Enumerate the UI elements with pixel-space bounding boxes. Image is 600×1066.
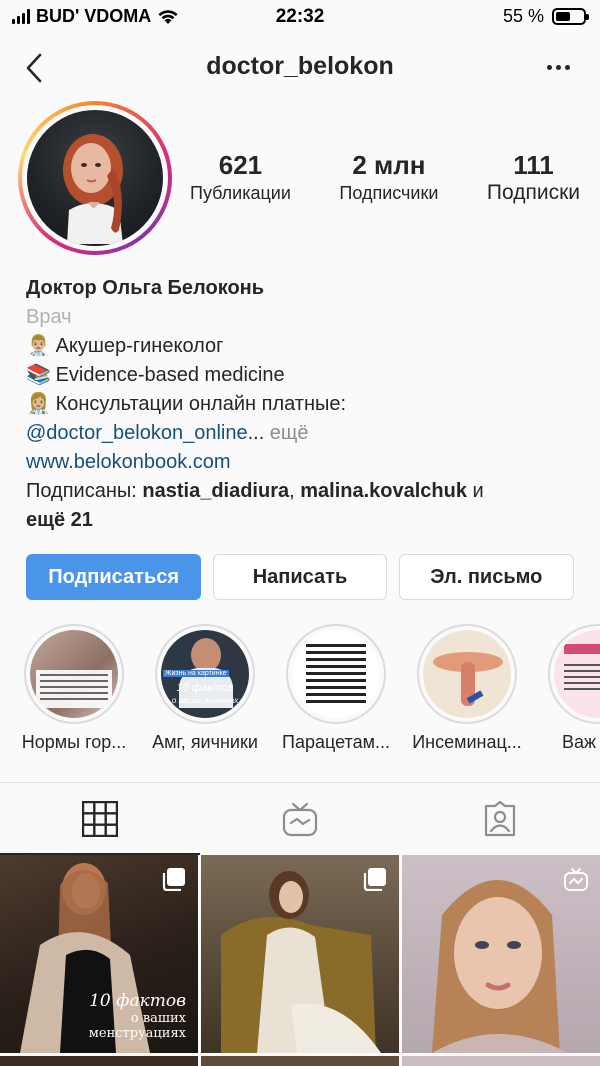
multiple-posts-icon <box>363 868 386 891</box>
bio-line: 👩🏼‍⚕️ Консультации онлайн платные: <box>26 390 586 419</box>
following-count[interactable]: 111 Подписки <box>487 150 580 206</box>
battery-level <box>556 12 571 21</box>
profile-category: Врач <box>26 306 72 328</box>
avatar[interactable] <box>27 110 163 246</box>
website-link[interactable]: www.belokonbook.com <box>26 448 586 477</box>
stat-value: 621 <box>218 150 263 180</box>
highlight-label: Амг, яичники <box>152 732 258 752</box>
tab-grid[interactable] <box>0 783 200 855</box>
post-thumbnail[interactable]: 10 фактов о ваших менструациях <box>0 855 198 1053</box>
highlight-thumbnail <box>423 630 511 718</box>
conjunction: и <box>466 480 484 502</box>
message-button[interactable]: Написать <box>213 554 387 600</box>
highlight-thumbnail <box>292 630 380 718</box>
highlight-text: о ваших яичниках <box>171 696 239 705</box>
tab-igtv[interactable] <box>200 783 400 855</box>
igtv-icon <box>282 802 318 837</box>
highlight-thumbnail <box>554 630 600 718</box>
more-options-button[interactable] <box>542 52 574 82</box>
stat-label: Публикации <box>190 183 291 203</box>
grid-icon <box>82 801 118 837</box>
doctor-emoji-icon: 👨🏼‍⚕️ <box>26 335 51 357</box>
highlight-thumbnail <box>30 630 118 718</box>
tagged-user-icon <box>484 800 516 837</box>
post-caption: 10 фактов о ваших менструациях <box>89 991 186 1041</box>
post-thumbnail[interactable] <box>0 1056 198 1066</box>
followed-by: Подписаны: nastia_diadiura, malina.koval… <box>26 477 586 506</box>
action-buttons: Подписаться Написать Эл. письмо <box>26 554 574 600</box>
caption-line: менструациях <box>88 1026 186 1041</box>
posts-grid: 10 фактов о ваших менструациях <box>0 855 600 1066</box>
follow-button[interactable]: Подписаться <box>26 554 202 600</box>
igtv-icon <box>564 868 588 891</box>
highlight-item[interactable]: Важ <box>538 624 600 753</box>
books-emoji-icon: 📚 <box>26 364 51 386</box>
profile-bio: Доктор Ольга Белоконь Врач 👨🏼‍⚕️ Акушер-… <box>26 274 586 535</box>
bio-line: 📚 Evidence-based medicine <box>26 361 586 390</box>
followers-count[interactable]: 2 млн Подписчики <box>339 150 438 206</box>
highlight-text: 10 фактов <box>176 682 234 694</box>
profile-photo <box>63 134 123 244</box>
multiple-posts-icon <box>162 868 185 891</box>
highlight-item[interactable]: Инсеминац... <box>407 624 527 753</box>
status-bar: BUD' VDOMA 22:32 55 % <box>0 0 600 34</box>
followed-user-link[interactable]: nastia_diadiura <box>142 480 289 502</box>
email-button[interactable]: Эл. письмо <box>398 554 574 600</box>
mention-link[interactable]: @doctor_belokon_online <box>26 422 248 444</box>
stat-value: 2 млн <box>352 150 426 180</box>
profile-tabs <box>0 782 600 855</box>
battery-percent: 55 % <box>502 6 544 26</box>
post-thumbnail[interactable] <box>201 855 399 1053</box>
posts-count[interactable]: 621 Публикации <box>190 150 291 206</box>
stat-value: 111 <box>513 150 554 180</box>
highlight-label: Инсеминац... <box>412 732 522 752</box>
tab-tagged[interactable] <box>400 783 600 855</box>
stat-label: Подписки <box>486 181 580 204</box>
followed-prefix: Подписаны: <box>26 480 143 502</box>
bio-text: Консультации онлайн платные: <box>55 393 347 415</box>
bio-text: Акушер-гинеколог <box>55 335 224 357</box>
ellipsis: ... <box>247 422 265 444</box>
separator: , <box>289 480 301 502</box>
bio-line: 👨🏼‍⚕️ Акушер-гинеколог <box>26 332 586 361</box>
post-thumbnail[interactable] <box>402 855 600 1053</box>
profile-username: doctor_belokon <box>206 52 394 80</box>
status-right: 55 % <box>502 6 589 27</box>
highlight-label: Важ <box>562 732 597 752</box>
profile-stats: 621 Публикации 2 млн Подписчики 111 Подп… <box>190 150 580 206</box>
highlight-thumbnail: Жизнь на картинке 10 фактов о ваших яичн… <box>161 630 249 718</box>
highlight-badge: Жизнь на картинке <box>163 670 229 677</box>
posts-grid-next-row <box>0 1056 600 1066</box>
caption-line: 10 фактов <box>89 991 186 1011</box>
stat-label: Подписчики <box>339 183 439 203</box>
highlight-label: Парацетам... <box>282 732 390 752</box>
more-horizontal-icon <box>546 64 552 70</box>
battery-icon <box>552 8 589 25</box>
highlight-item[interactable]: Нормы гор... <box>14 624 134 753</box>
more-link[interactable]: ещё <box>264 422 309 444</box>
display-name: Доктор Ольга Белоконь <box>26 277 265 299</box>
followed-more-link[interactable]: ещё 21 <box>26 509 93 531</box>
followed-user-link[interactable]: malina.kovalchuk <box>300 480 467 502</box>
bio-line: @doctor_belokon_online... ещё <box>26 419 586 448</box>
highlight-item[interactable]: Парацетам... <box>276 624 396 753</box>
post-thumbnail[interactable] <box>201 1056 399 1066</box>
highlight-item[interactable]: Жизнь на картинке 10 фактов о ваших яичн… <box>145 624 265 753</box>
highlight-label: Нормы гор... <box>21 732 127 752</box>
story-highlights: Нормы гор... Жизнь на картинке 10 фактов… <box>0 624 600 764</box>
caption-line: о ваших <box>130 1011 186 1026</box>
female-doctor-emoji-icon: 👩🏼‍⚕️ <box>26 393 51 415</box>
story-ring[interactable] <box>18 101 172 255</box>
post-thumbnail[interactable] <box>402 1056 600 1066</box>
bio-text: Evidence-based medicine <box>55 364 285 386</box>
top-navigation: doctor_belokon <box>0 44 600 92</box>
